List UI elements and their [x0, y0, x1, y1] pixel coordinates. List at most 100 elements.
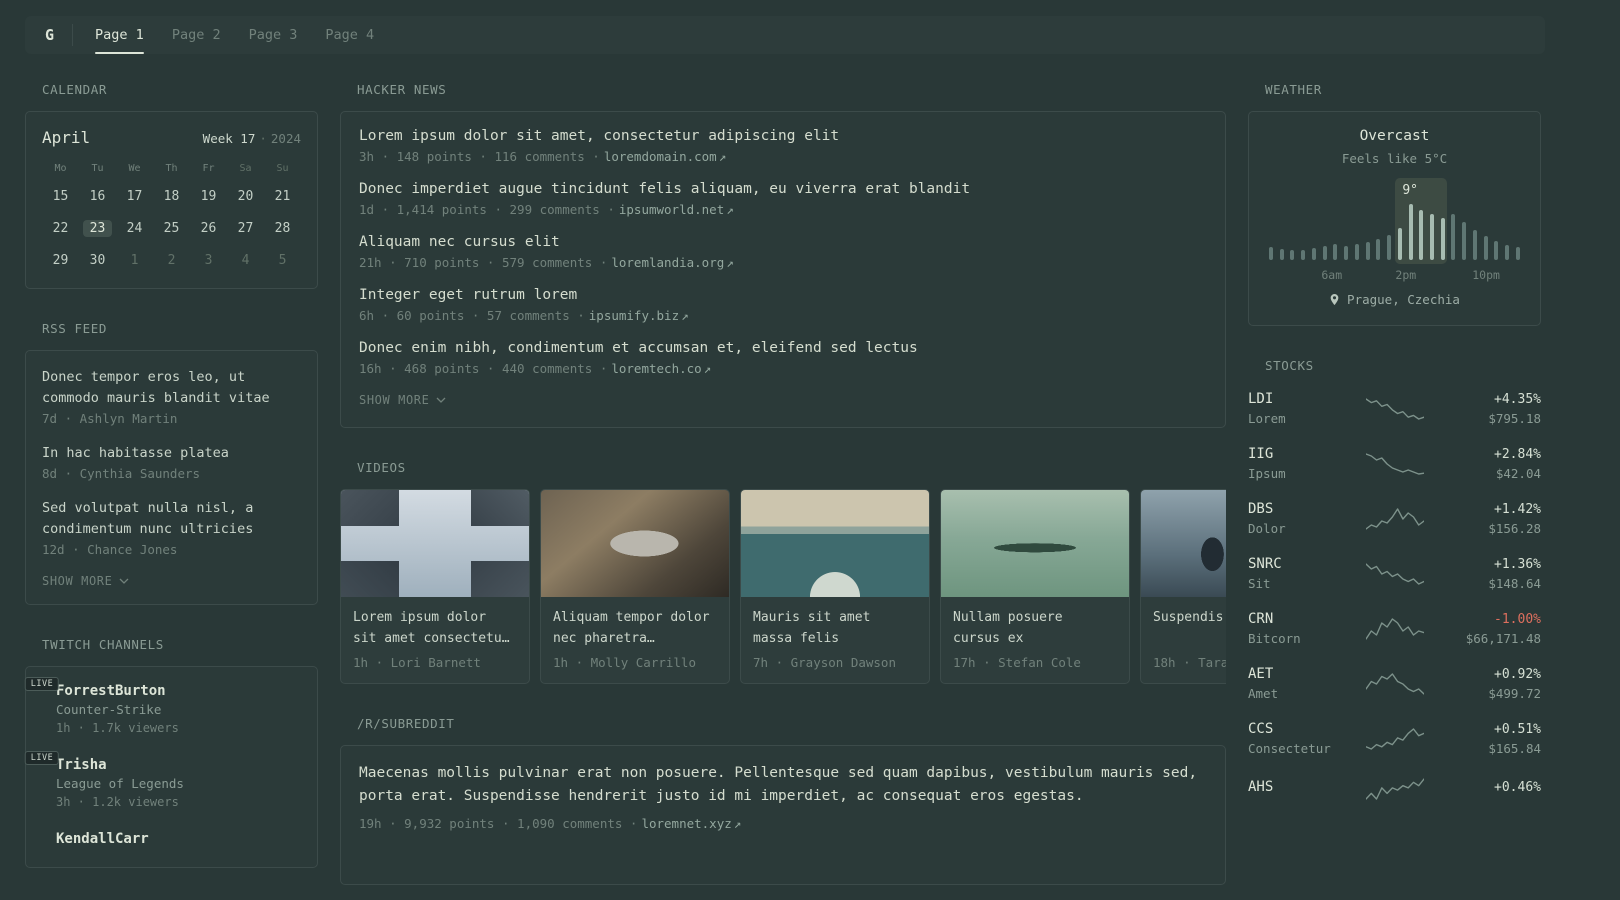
hacker-news-item-title[interactable]: Donec imperdiet augue tincidunt felis al… [359, 181, 1207, 197]
stocks-list: LDI Lorem +4.35% $795.18 IIG Ipsum +2.84… [1248, 391, 1541, 802]
hacker-news-item-title[interactable]: Donec enim nibh, condimentum et accumsan… [359, 340, 1207, 356]
weather-x-labels: 6am 2pm 10pm [1321, 268, 1500, 282]
hacker-news-item-domain[interactable]: loremlandia.org ↗ [611, 255, 733, 270]
weather-location: Prague, Czechia [1267, 292, 1522, 307]
live-badge: LIVE [24, 751, 60, 765]
video-title[interactable]: Lorem ipsum dolor sit amet consectetu… [353, 608, 517, 649]
video-card[interactable]: Suspendis diam 18h · Tara [1140, 489, 1226, 684]
twitch-channel-name[interactable]: KendallCarr [56, 831, 149, 847]
hacker-news-item-meta: 3h · 148 points · 116 comments · loremdom… [359, 149, 1207, 164]
stock-row[interactable]: IIG Ipsum +2.84% $42.04 [1248, 446, 1541, 481]
subreddit-header: /R/SUBREDDIT [357, 716, 455, 731]
hacker-news-item-title[interactable]: Aliquam nec cursus elit [359, 234, 1207, 250]
stock-sparkline [1364, 506, 1426, 532]
twitch-channel-name[interactable]: ForrestBurton [56, 683, 179, 699]
videos-row: Lorem ipsum dolor sit amet consectetu… 1… [340, 489, 1226, 684]
hacker-news-item-stats: 21h · 710 points · 579 comments · [359, 255, 608, 270]
stock-change: +1.42% [1494, 501, 1541, 517]
stock-left: CRN Bitcorn [1248, 611, 1364, 646]
video-meta: 17h · Stefan Cole [953, 655, 1081, 670]
calendar-day: 18 [163, 188, 180, 204]
stock-left: AHS [1248, 779, 1364, 799]
stock-left: LDI Lorem [1248, 391, 1364, 426]
stock-row[interactable]: CRN Bitcorn -1.00% $66,171.48 [1248, 611, 1541, 646]
stock-row[interactable]: LDI Lorem +4.35% $795.18 [1248, 391, 1541, 426]
chevron-down-icon [436, 397, 446, 403]
calendar-day: 27 [237, 220, 254, 236]
twitch-channel-name[interactable]: Trisha [56, 757, 184, 773]
video-thumbnail[interactable] [1141, 490, 1226, 597]
stock-right: +1.42% $156.28 [1426, 501, 1541, 536]
hacker-news-item: Aliquam nec cursus elit 21h · 710 points… [359, 234, 1207, 270]
stock-name: Amet [1248, 686, 1279, 701]
subreddit-post-stats: 19h · 9,932 points · 1,090 comments · [359, 816, 638, 831]
stock-row[interactable]: AET Amet +0.92% $499.72 [1248, 666, 1541, 701]
stock-row[interactable]: CCS Consectetur +0.51% $165.84 [1248, 721, 1541, 756]
calendar-day: 1 [130, 252, 139, 268]
subreddit-post-title[interactable]: Maecenas mollis pulvinar erat non posuer… [359, 762, 1207, 808]
twitch-channel-info: KendallCarr [56, 831, 149, 851]
external-link-icon: ↗ [733, 816, 742, 831]
stock-ticker: AHS [1248, 779, 1274, 795]
calendar-day: 23 [79, 218, 116, 238]
hacker-news-item-title[interactable]: Lorem ipsum dolor sit amet, consectetur … [359, 128, 1207, 144]
hacker-news-item-domain[interactable]: ipsumify.biz ↗ [589, 308, 689, 323]
video-thumbnail[interactable] [941, 490, 1129, 597]
twitch-channel-meta: 1h · 1.7k viewers [56, 721, 179, 735]
app-logo[interactable]: G [45, 26, 54, 44]
twitch-channel-item[interactable]: LIVE ForrestBurton Counter-Strike 1h · 1… [24, 677, 301, 735]
twitch-channel-info: Trisha League of Legends 3h · 1.2k viewe… [56, 757, 184, 809]
rss-item-title[interactable]: Donec tempor eros leo, ut commodo mauris… [42, 367, 301, 409]
stock-ticker: DBS [1248, 501, 1274, 517]
subreddit-card: Maecenas mollis pulvinar erat non posuer… [340, 745, 1226, 885]
stock-row[interactable]: SNRC Sit +1.36% $148.64 [1248, 556, 1541, 591]
hacker-news-item-title[interactable]: Integer eget rutrum lorem [359, 287, 1207, 303]
rss-item-title[interactable]: In hac habitasse platea [42, 443, 301, 464]
rss-show-more-button[interactable]: SHOW MORE [42, 574, 301, 588]
nav-tab[interactable]: Page 3 [249, 16, 298, 54]
twitch-channel-item[interactable]: KendallCarr [42, 831, 301, 851]
calendar-card: April Week 17 · 2024 Mo Tu We Th Fr Sa S… [25, 111, 318, 289]
twitch-channel-meta: 3h · 1.2k viewers [56, 795, 179, 809]
hacker-news-item-domain[interactable]: loremtech.co ↗ [611, 361, 711, 376]
video-thumbnail[interactable] [741, 490, 929, 597]
hacker-news-show-more-button[interactable]: SHOW MORE [359, 393, 1207, 407]
stock-price: $42.04 [1495, 465, 1541, 481]
nav-tab[interactable]: Page 4 [325, 16, 374, 54]
stock-row[interactable]: DBS Dolor +1.42% $156.28 [1248, 501, 1541, 536]
video-title[interactable]: Mauris sit amet massa felis [753, 608, 917, 649]
stock-price: $499.72 [1488, 685, 1541, 701]
video-thumbnail[interactable] [541, 490, 729, 597]
video-title[interactable]: Aliquam tempor dolor nec pharetra… [553, 608, 717, 649]
twitch-channel-item[interactable]: LIVE Trisha League of Legends 3h · 1.2k … [24, 751, 301, 809]
calendar-week-info: Week 17 · 2024 [203, 131, 301, 146]
stock-name: Bitcorn [1248, 631, 1301, 646]
hacker-news-item-domain[interactable]: ipsumworld.net ↗ [619, 202, 734, 217]
video-card[interactable]: Aliquam tempor dolor nec pharetra… 1h · … [540, 489, 730, 684]
video-card[interactable]: Lorem ipsum dolor sit amet consectetu… 1… [340, 489, 530, 684]
stock-left: SNRC Sit [1248, 556, 1364, 591]
stock-right: +1.36% $148.64 [1426, 557, 1541, 591]
rss-list: Donec tempor eros leo, ut commodo mauris… [42, 367, 301, 557]
stock-row[interactable]: AHS +0.46% [1248, 776, 1541, 802]
rss-item-title[interactable]: Sed volutpat nulla nisl, a condimentum n… [42, 498, 301, 540]
video-title[interactable]: Nullam posuere cursus ex [953, 608, 1117, 649]
calendar-day: 26 [200, 220, 217, 236]
stock-name: Consectetur [1248, 741, 1331, 756]
video-title[interactable]: Suspendis diam [1153, 608, 1226, 649]
nav-tab[interactable]: Page 2 [172, 16, 221, 54]
weather-widget: WEATHER Overcast Feels like 5°C 9° 6am 2p… [1248, 82, 1541, 326]
hacker-news-item-stats: 16h · 468 points · 440 comments · [359, 361, 608, 376]
video-thumbnail[interactable] [341, 490, 529, 597]
nav-tab[interactable]: Page 1 [95, 16, 144, 54]
subreddit-post-domain[interactable]: loremnet.xyz ↗ [641, 816, 741, 831]
hacker-news-header: HACKER NEWS [357, 82, 447, 97]
external-link-icon: ↗ [681, 308, 689, 323]
video-card[interactable]: Mauris sit amet massa felis 7h · Grayson… [740, 489, 930, 684]
left-column: CALENDAR April Week 17 · 2024 Mo Tu We T… [24, 82, 318, 868]
calendar-day: 22 [52, 220, 69, 236]
hacker-news-card: Lorem ipsum dolor sit amet, consectetur … [340, 111, 1226, 428]
video-card[interactable]: Nullam posuere cursus ex 17h · Stefan Co… [940, 489, 1130, 684]
rss-item-meta: 12d · Chance Jones [42, 542, 178, 557]
hacker-news-item-domain[interactable]: loremdomain.com ↗ [604, 149, 726, 164]
